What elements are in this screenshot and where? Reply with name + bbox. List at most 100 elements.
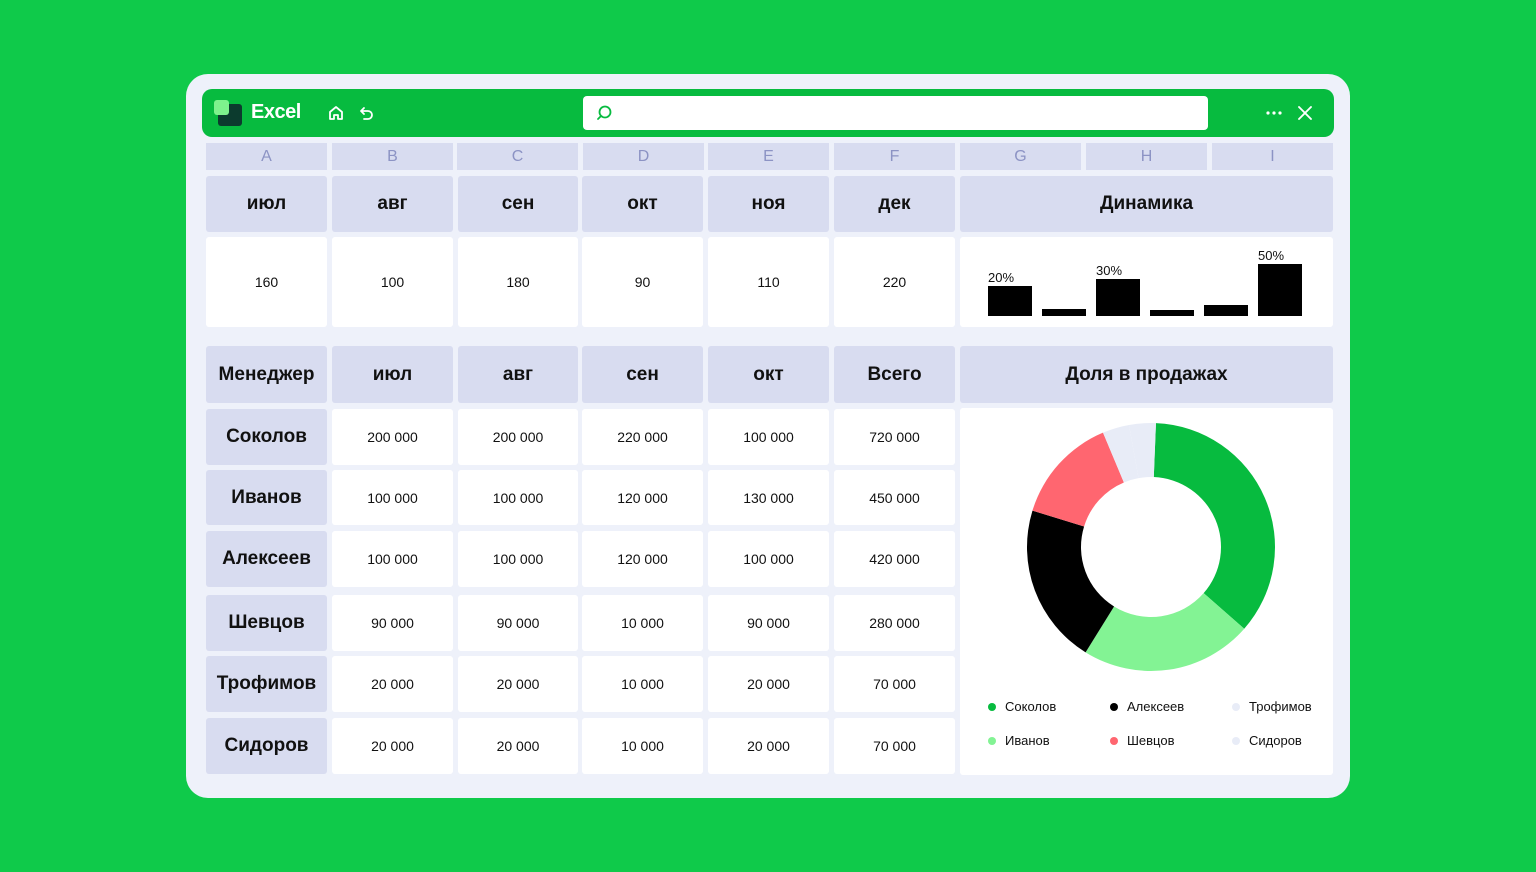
cell-header-oct[interactable]: окт (708, 346, 829, 403)
cell-manager-name[interactable]: Соколов (206, 409, 327, 465)
cell-value[interactable]: 100 000 (458, 470, 578, 525)
excel-logo-icon (214, 100, 242, 126)
cell-value[interactable]: 100 000 (332, 531, 453, 587)
column-header-b[interactable]: B (332, 143, 453, 170)
share-chart-panel (960, 408, 1333, 775)
column-header-f[interactable]: F (834, 143, 955, 170)
bar-дек (1258, 264, 1302, 316)
cell-value[interactable]: 100 000 (708, 409, 829, 465)
column-header-g[interactable]: G (960, 143, 1081, 170)
column-header-c[interactable]: C (457, 143, 578, 170)
bar-июл (988, 286, 1032, 316)
legend-dot-icon (1232, 702, 1240, 711)
column-header-h[interactable]: H (1086, 143, 1207, 170)
cell-value[interactable]: 10 000 (582, 656, 703, 712)
cell-share-header[interactable]: Доля в продажах (960, 346, 1333, 403)
cell-manager-name[interactable]: Шевцов (206, 595, 327, 651)
legend-item: Иванов (988, 733, 1050, 748)
legend-item: Трофимов (1232, 699, 1312, 714)
cell-value[interactable]: 100 000 (332, 470, 453, 525)
cell-value[interactable]: 20 000 (708, 718, 829, 774)
cell-header-manager[interactable]: Менеджер (206, 346, 327, 403)
legend-label: Иванов (1005, 733, 1050, 748)
legend-item: Шевцов (1110, 733, 1175, 748)
cell-month-oct[interactable]: окт (582, 176, 703, 232)
cell-value[interactable]: 100 000 (708, 531, 829, 587)
share-donut-chart (1027, 423, 1275, 671)
cell-value[interactable]: 280 000 (834, 595, 955, 651)
bar-ноя (1204, 305, 1248, 316)
app-title: Excel (251, 101, 301, 123)
legend-dot-icon (988, 736, 996, 745)
cell-value[interactable]: 130 000 (708, 470, 829, 525)
cell-value[interactable]: 70 000 (834, 718, 955, 774)
cell-header-aug[interactable]: авг (458, 346, 578, 403)
cell-value[interactable]: 100 000 (458, 531, 578, 587)
bar-data-label: 50% (1258, 248, 1284, 263)
legend-label: Шевцов (1127, 733, 1175, 748)
bar-авг (1042, 309, 1086, 316)
cell-header-sep[interactable]: сен (582, 346, 703, 403)
bar-data-label: 20% (988, 270, 1014, 285)
more-icon[interactable] (1265, 104, 1283, 127)
legend-dot-icon (1110, 736, 1118, 745)
cell-manager-name[interactable]: Трофимов (206, 656, 327, 712)
cell-value[interactable]: 90 000 (332, 595, 453, 651)
cell-value[interactable]: 420 000 (834, 531, 955, 587)
cell-manager-name[interactable]: Иванов (206, 470, 327, 525)
cell-value[interactable]: 90 000 (708, 595, 829, 651)
cell-value[interactable]: 200 000 (458, 409, 578, 465)
bar-сен (1096, 279, 1140, 316)
column-header-a[interactable]: A (206, 143, 327, 170)
cell-value[interactable]: 20 000 (332, 656, 453, 712)
cell-manager-name[interactable]: Алексеев (206, 531, 327, 587)
home-icon[interactable] (327, 104, 345, 127)
cell-value[interactable]: 20 000 (458, 656, 578, 712)
cell-month-nov[interactable]: ноя (708, 176, 829, 232)
cell-value[interactable]: 200 000 (332, 409, 453, 465)
column-header-e[interactable]: E (708, 143, 829, 170)
cell-month-aug[interactable]: авг (332, 176, 453, 232)
search-icon (597, 105, 612, 120)
legend-label: Соколов (1005, 699, 1057, 714)
bar-окт (1150, 310, 1194, 316)
bar-data-label: 30% (1096, 263, 1122, 278)
cell-manager-name[interactable]: Сидоров (206, 718, 327, 774)
legend-dot-icon (1110, 702, 1118, 711)
cell-value[interactable]: 180 (458, 237, 578, 327)
legend-label: Сидоров (1249, 733, 1302, 748)
cell-month-jul[interactable]: июл (206, 176, 327, 232)
legend-dot-icon (1232, 736, 1240, 745)
cell-value[interactable]: 120 000 (582, 531, 703, 587)
cell-value[interactable]: 110 (708, 237, 829, 327)
cell-value[interactable]: 20 000 (708, 656, 829, 712)
cell-value[interactable]: 70 000 (834, 656, 955, 712)
cell-value[interactable]: 10 000 (582, 595, 703, 651)
undo-icon[interactable] (357, 104, 375, 127)
cell-dynamics-header[interactable]: Динамика (960, 176, 1333, 232)
cell-header-jul[interactable]: июл (332, 346, 453, 403)
legend-dot-icon (988, 702, 996, 711)
close-icon[interactable] (1296, 104, 1314, 127)
cell-value[interactable]: 160 (206, 237, 327, 327)
cell-month-sep[interactable]: сен (458, 176, 578, 232)
cell-value[interactable]: 90 000 (458, 595, 578, 651)
donut-slice-1 (1153, 423, 1275, 629)
cell-value[interactable]: 10 000 (582, 718, 703, 774)
legend-label: Трофимов (1249, 699, 1312, 714)
search-input[interactable] (583, 96, 1208, 130)
cell-header-total[interactable]: Всего (834, 346, 955, 403)
column-header-d[interactable]: D (583, 143, 704, 170)
column-header-i[interactable]: I (1212, 143, 1333, 170)
cell-value[interactable]: 20 000 (458, 718, 578, 774)
cell-value[interactable]: 450 000 (834, 470, 955, 525)
cell-value[interactable]: 220 (834, 237, 955, 327)
dynamics-bar-chart: 20% 30% 50% (988, 248, 1302, 316)
cell-value[interactable]: 720 000 (834, 409, 955, 465)
cell-value[interactable]: 90 (582, 237, 703, 327)
cell-value[interactable]: 220 000 (582, 409, 703, 465)
cell-value[interactable]: 100 (332, 237, 453, 327)
cell-value[interactable]: 20 000 (332, 718, 453, 774)
cell-month-dec[interactable]: дек (834, 176, 955, 232)
cell-value[interactable]: 120 000 (582, 470, 703, 525)
